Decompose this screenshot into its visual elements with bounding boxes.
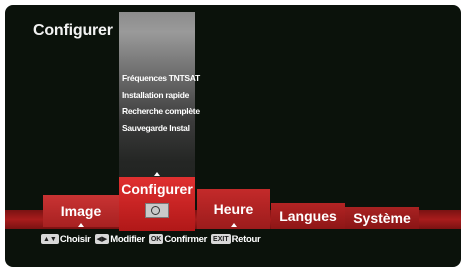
search-settings-icon xyxy=(145,203,169,218)
ok-key-icon: OK xyxy=(148,234,164,244)
hint-choisir: ▲▼ Choisir xyxy=(41,234,91,245)
hint-label: Choisir xyxy=(59,233,91,245)
scroll-up-icon xyxy=(154,172,160,176)
hint-label: Retour xyxy=(231,233,261,245)
tab-label: Configurer xyxy=(121,181,193,197)
tab-label: Système xyxy=(353,210,411,226)
tab-label: Langues xyxy=(279,208,337,224)
submenu-item-frequences[interactable]: Fréquences TNTSAT xyxy=(122,70,200,87)
left-right-key-icon: ◀▶ xyxy=(94,234,110,244)
tab-image-indicator-icon xyxy=(78,223,84,227)
submenu-item-sauvegarde[interactable]: Sauvegarde Instal xyxy=(122,120,200,137)
submenu-item-installation-rapide[interactable]: Installation rapide xyxy=(122,87,200,104)
exit-key-icon: EXIT xyxy=(211,234,231,244)
hint-modifier: ◀▶ Modifier xyxy=(94,233,145,245)
hint-label: Confirmer xyxy=(164,233,208,245)
tab-configurer[interactable]: Configurer xyxy=(119,177,195,231)
tab-label: Heure xyxy=(213,201,254,217)
submenu-item-recherche-complete[interactable]: Recherche complète xyxy=(122,103,200,120)
up-down-key-icon: ▲▼ xyxy=(41,234,59,244)
tab-heure-indicator-icon xyxy=(231,223,237,227)
hint-label: Modifier xyxy=(110,233,145,245)
hint-bar: ▲▼ Choisir ◀▶ Modifier OK Confirmer EXIT… xyxy=(5,231,461,247)
page-title: Configurer xyxy=(33,22,113,39)
tab-systeme[interactable]: Système xyxy=(345,207,419,229)
tv-menu-screen: Configurer Fréquences TNTSAT Installatio… xyxy=(5,5,461,267)
tab-label: Image xyxy=(60,203,102,219)
tab-langues[interactable]: Langues xyxy=(271,203,345,229)
hint-confirmer: OK Confirmer xyxy=(148,233,208,245)
submenu-list: Fréquences TNTSAT Installation rapide Re… xyxy=(122,70,200,136)
hint-retour: EXIT Retour xyxy=(211,233,261,245)
